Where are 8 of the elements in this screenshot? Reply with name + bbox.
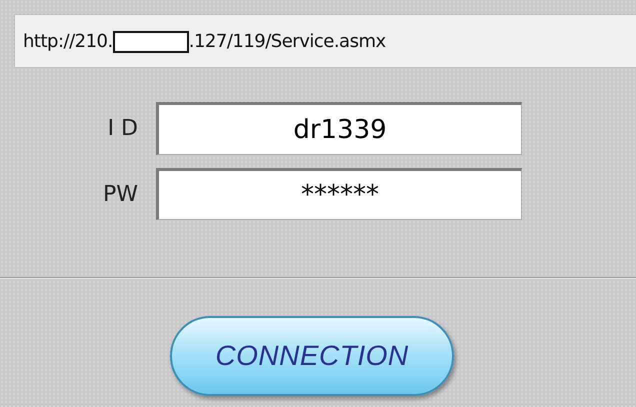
field-label: PW xyxy=(102,182,139,206)
url-field[interactable]: http://210. .127/119/Service.asmx xyxy=(14,14,636,68)
field-label: I D xyxy=(106,116,139,141)
input-field[interactable]: ****** xyxy=(156,168,522,220)
url-suffix: .127/119/Service.asmx xyxy=(188,30,386,52)
input-field[interactable]: dr1339 xyxy=(156,102,522,155)
connection-button[interactable]: CONNECTION xyxy=(170,316,454,396)
url-prefix: http://210. xyxy=(23,30,113,52)
